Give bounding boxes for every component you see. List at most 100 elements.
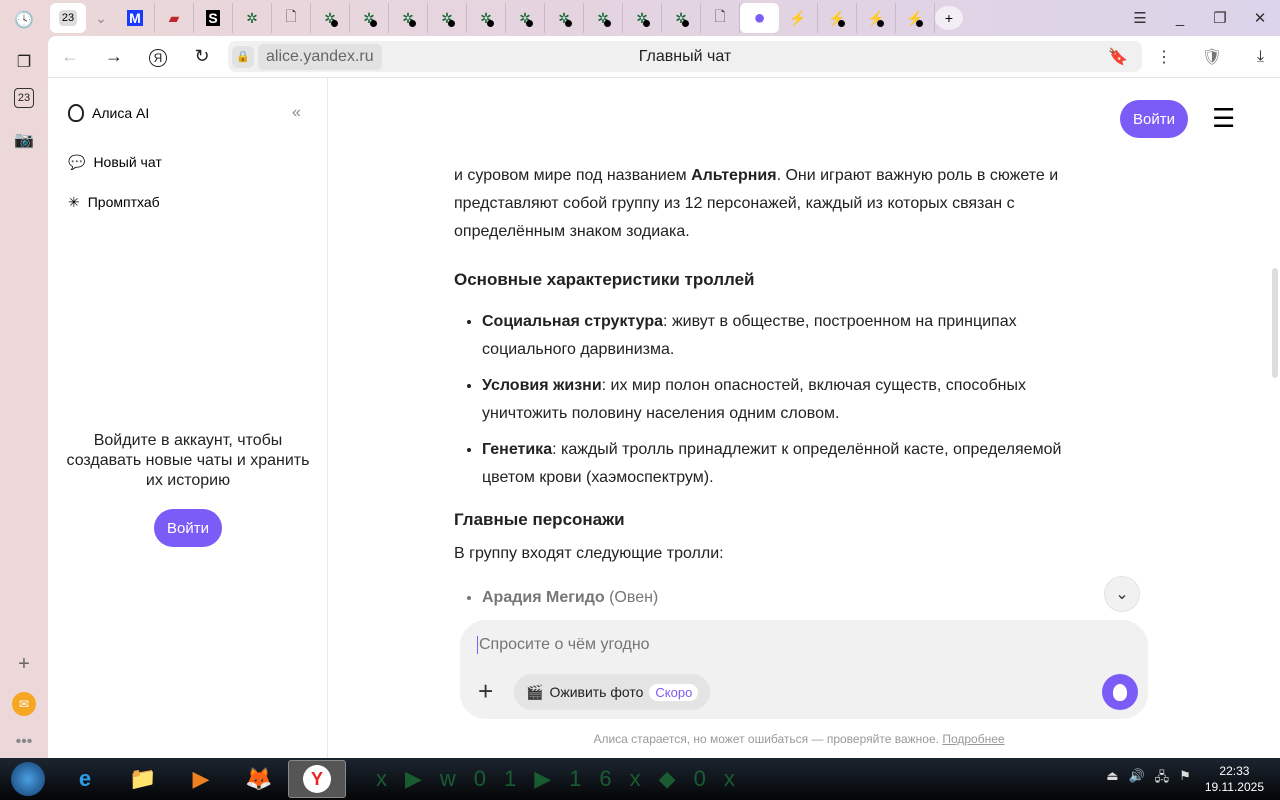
firefox-icon[interactable]: 🦊 <box>230 760 288 798</box>
explorer-icon[interactable]: 📁 <box>114 760 172 798</box>
mail-icon[interactable]: ✉ <box>12 692 36 716</box>
history-icon[interactable]: 🕓 <box>12 8 36 32</box>
tab[interactable]: ✲ <box>506 3 545 33</box>
yandex-browser-icon[interactable]: Y <box>288 760 346 798</box>
system-tray: ⏏ 🔊 🖧 ⚑ <box>1106 768 1191 790</box>
alice-logo-icon <box>68 104 84 122</box>
tab[interactable]: ✲ <box>662 3 701 33</box>
media-player-icon[interactable]: ▶ <box>172 760 230 798</box>
tab[interactable]: ● <box>740 3 779 33</box>
tab[interactable]: ⚡ <box>896 3 935 33</box>
address-bar[interactable]: 🔒 alice.yandex.ru Главный чат 🔖 <box>228 41 1142 72</box>
tab[interactable]: S <box>194 3 233 33</box>
section-heading: Основные характеристики троллей <box>454 270 755 289</box>
tab-calendar[interactable]: 23 <box>50 3 86 33</box>
scrollbar-thumb[interactable] <box>1272 268 1278 378</box>
safely-remove-icon[interactable]: ⏏ <box>1106 768 1118 790</box>
tab[interactable]: 🗋 <box>701 3 740 33</box>
collapse-sidebar-icon[interactable]: « <box>292 104 301 122</box>
calendar-icon[interactable]: 23 <box>14 88 34 108</box>
intro-paragraph: и суровом мире под названием Альтерния. … <box>454 167 1059 240</box>
status-dot <box>604 20 611 27</box>
status-dot <box>331 20 338 27</box>
volume-icon[interactable]: 🔊 <box>1128 768 1144 790</box>
alice-icon <box>1113 683 1127 701</box>
more-menu-icon[interactable]: ⋮ <box>1156 47 1172 67</box>
reload-button[interactable]: ↻ <box>180 46 224 67</box>
url-text: alice.yandex.ru <box>258 43 382 70</box>
scroll-down-button[interactable]: ⌄ <box>1104 576 1140 612</box>
tab[interactable]: ⚡ <box>779 3 818 33</box>
status-dot <box>448 20 455 27</box>
tab[interactable]: 🗋 <box>272 3 311 33</box>
login-prompt: Войдите в аккаунт, чтобы создавать новые… <box>66 432 310 489</box>
s-icon: S <box>206 10 220 26</box>
status-dot <box>877 20 884 27</box>
tab[interactable]: ✲ <box>428 3 467 33</box>
tab[interactable]: ✲ <box>584 3 623 33</box>
tab[interactable]: ⚡ <box>818 3 857 33</box>
scrollbar[interactable] <box>1270 78 1280 758</box>
more-info-link[interactable]: Подробнее <box>942 732 1004 746</box>
back-button[interactable]: ← <box>48 46 92 67</box>
minimize-button[interactable]: _ <box>1160 10 1200 27</box>
assistant-message: и суровом мире под названием Альтерния. … <box>454 162 1074 620</box>
tabs-dropdown-button[interactable]: ⌄ <box>86 3 116 33</box>
tab[interactable]: ✲ <box>545 3 584 33</box>
attach-button[interactable]: + <box>478 676 493 707</box>
status-dot <box>682 20 689 27</box>
sidebar-item-prompthub[interactable]: ✳ Промптхаб <box>68 194 160 211</box>
header-login-button[interactable]: Войти <box>1120 100 1188 138</box>
status-dot <box>487 20 494 27</box>
list-item: Генетика: каждый тролль принадлежит к оп… <box>482 436 1074 492</box>
app-logo: Алиса AI <box>68 104 149 122</box>
app-name: Алиса AI <box>92 105 150 121</box>
chat-sidebar: Алиса AI « 💬 Новый чат ✳ Промптхаб Войдите… <box>48 78 328 758</box>
tab[interactable]: ✲ <box>389 3 428 33</box>
tabs-icon[interactable]: ❐ <box>12 50 36 74</box>
prompt-input[interactable] <box>477 636 1077 654</box>
close-button[interactable]: ✕ <box>1240 9 1280 27</box>
tab[interactable]: ▰ <box>155 3 194 33</box>
add-icon[interactable]: + <box>12 652 36 676</box>
sidebar-login-button[interactable]: Войти <box>154 509 222 547</box>
tab[interactable]: ⚡ <box>857 3 896 33</box>
download-icon[interactable]: ⤓ <box>1257 48 1264 66</box>
bookmark-icon[interactable]: 🔖 <box>1108 47 1128 67</box>
protect-shield-icon[interactable]: 🛡 <box>1202 47 1222 67</box>
clock[interactable]: 22:33 19.11.2025 <box>1205 763 1264 795</box>
tab-bar: 23 ⌄ M ▰ S ✲ 🗋 ✲ ✲ ✲ ✲ ✲ ✲ ✲ ✲ ✲ ✲ 🗋 ● ⚡ ⚡ ⚡ ⚡ + ☰ _ ❐ ✕ <box>48 0 1280 36</box>
tab[interactable]: ✲ <box>467 3 506 33</box>
chat-main: Войти ☰ и суровом мире под названием Аль… <box>328 78 1270 758</box>
status-dot <box>643 20 650 27</box>
forward-button[interactable]: → <box>92 46 136 67</box>
taskbar: e 📁 ▶ 🦊 Y x▶w01▶16x◆0x ⏏ 🔊 🖧 ⚑ 22:33 19.11.2… <box>0 758 1280 800</box>
yandex-button[interactable]: Я <box>136 46 180 67</box>
network-icon[interactable]: 🖧 <box>1155 768 1170 790</box>
menu-button[interactable]: ☰ <box>1120 9 1160 27</box>
animate-photo-button[interactable]: 🎬 Оживить фото Скоро <box>514 674 711 710</box>
lock-icon[interactable]: 🔒 <box>232 45 254 68</box>
ie-icon[interactable]: e <box>56 760 114 798</box>
screenshot-icon[interactable]: 📷 <box>12 128 36 152</box>
tab[interactable]: ✲ <box>350 3 389 33</box>
tab[interactable]: ✲ <box>233 3 272 33</box>
tab[interactable]: M <box>116 3 155 33</box>
status-dot <box>838 20 845 27</box>
flag-icon[interactable]: ⚑ <box>1179 768 1191 790</box>
page-icon: 🗋 <box>285 8 297 24</box>
tab[interactable]: ✲ <box>623 3 662 33</box>
soon-badge: Скоро <box>649 683 699 701</box>
book-icon: ▰ <box>168 9 180 26</box>
sidebar-item-new-chat[interactable]: 💬 Новый чат <box>68 154 162 171</box>
restore-button[interactable]: ❐ <box>1200 9 1240 27</box>
tab[interactable]: ✲ <box>311 3 350 33</box>
characters-list: Арадия Мегидо (Овен) <box>454 584 1074 612</box>
status-dot <box>409 20 416 27</box>
hamburger-menu-icon[interactable]: ☰ <box>1212 105 1235 131</box>
more-icon[interactable]: ••• <box>12 730 36 754</box>
start-button[interactable] <box>0 760 56 798</box>
alice-voice-button[interactable] <box>1102 674 1138 710</box>
taskbar-wallpaper: x▶w01▶16x◆0x <box>376 766 753 791</box>
new-tab-button[interactable]: + <box>935 6 963 30</box>
